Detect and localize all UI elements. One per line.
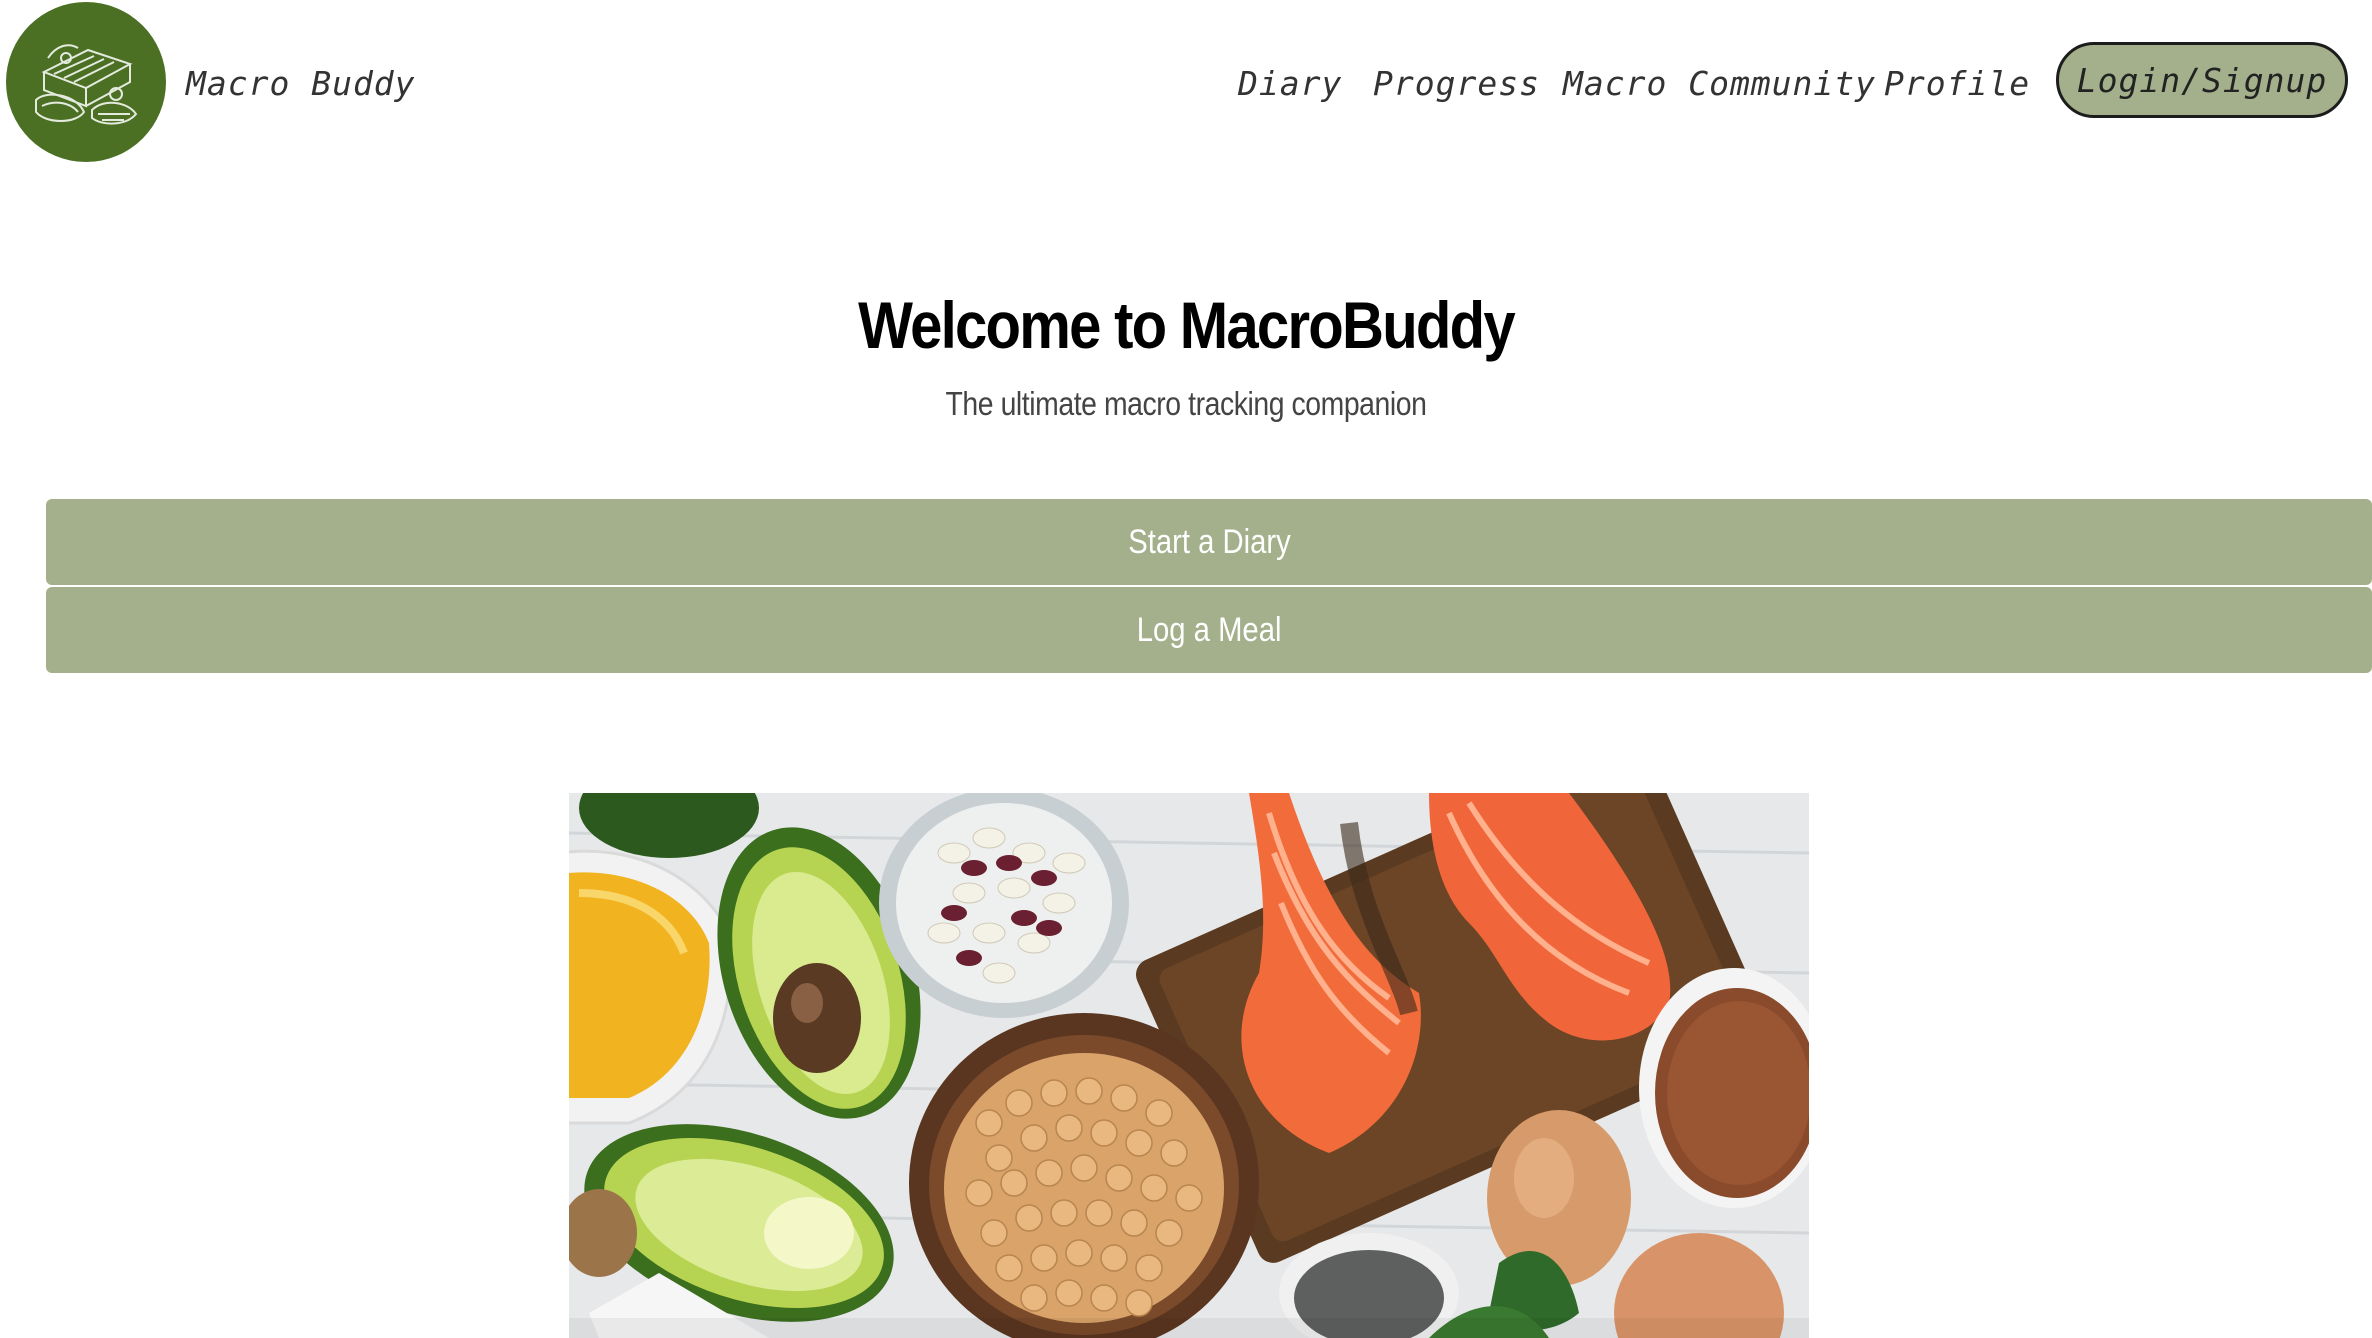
start-diary-label: Start a Diary	[1127, 522, 1291, 561]
log-meal-label: Log a Meal	[1136, 610, 1282, 649]
login-signup-button[interactable]: Login/Signup	[2056, 42, 2348, 118]
site-header: Macro Buddy Diary Progress Macro Communi…	[0, 0, 2372, 170]
hero-image	[569, 793, 1809, 1338]
logo[interactable]	[6, 2, 166, 162]
start-diary-button[interactable]: Start a Diary	[46, 499, 2372, 585]
login-signup-label: Login/Signup	[2076, 60, 2328, 100]
log-meal-button[interactable]: Log a Meal	[46, 587, 2372, 673]
food-sketch-icon	[35, 44, 138, 125]
nav-diary[interactable]: Diary	[1238, 60, 1342, 108]
healthy-foods-photo	[569, 793, 1809, 1338]
nav-macro-community[interactable]: Macro Community	[1563, 60, 1876, 108]
page-title: Welcome to MacroBuddy	[858, 288, 1516, 362]
brand-name[interactable]: Macro Buddy	[186, 60, 416, 108]
nav-progress[interactable]: Progress	[1373, 60, 1540, 108]
nav-profile[interactable]: Profile	[1884, 60, 2030, 108]
page-subtitle: The ultimate macro tracking companion	[945, 385, 1427, 422]
